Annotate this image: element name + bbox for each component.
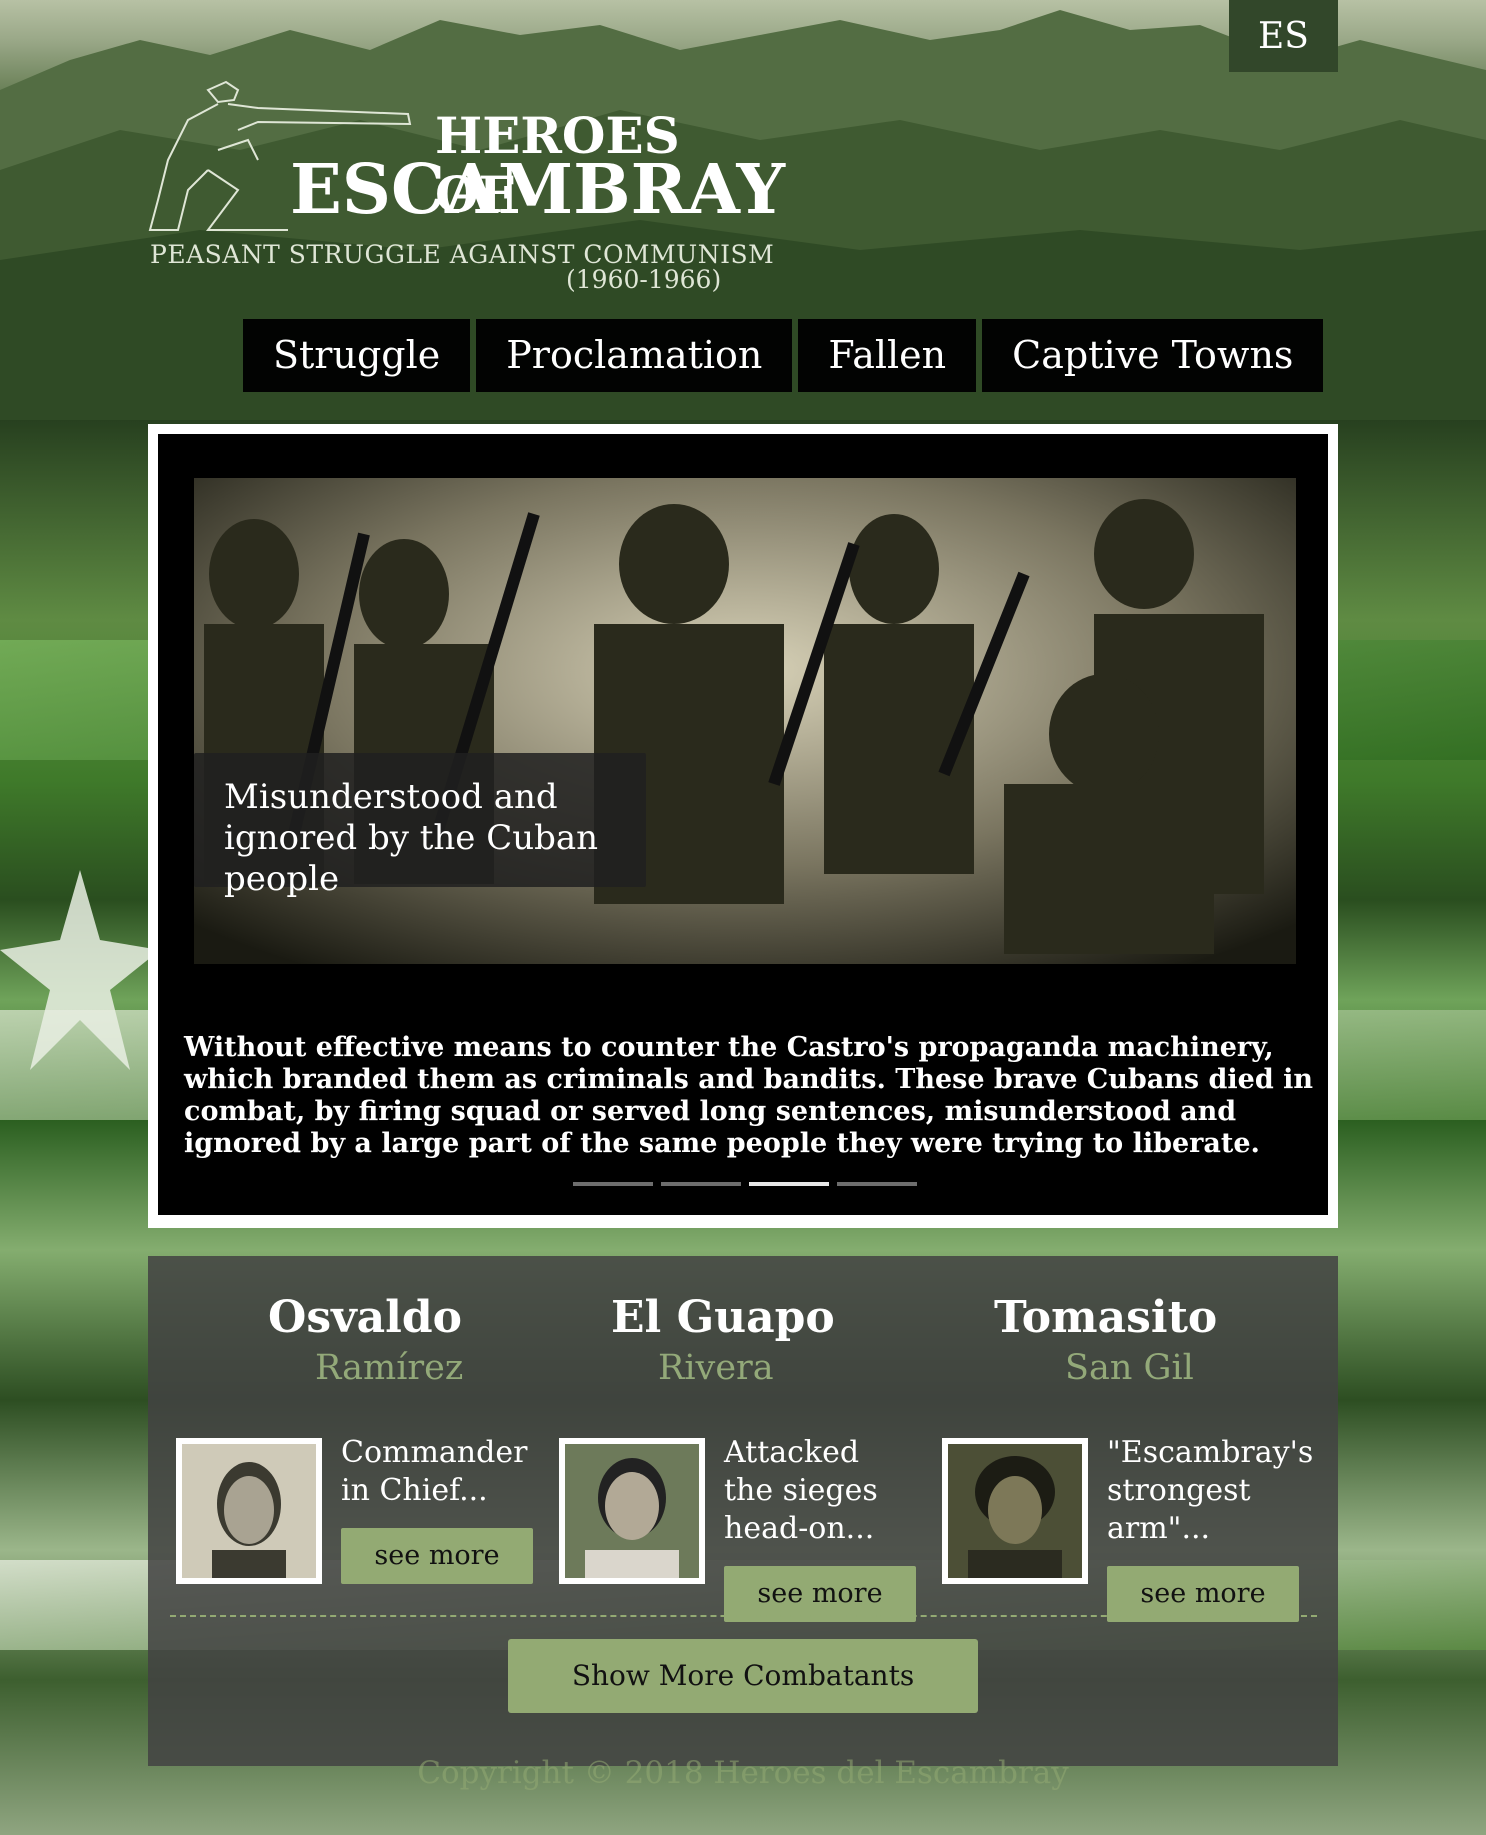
combatant-photo[interactable]	[942, 1438, 1088, 1584]
combatant-first-name: Osvaldo	[268, 1292, 463, 1343]
see-more-button[interactable]: see more	[1107, 1566, 1299, 1622]
slide-photo[interactable]	[174, 454, 1316, 984]
combatant-card: Osvaldo Ramírez Commander in Chief... se…	[148, 1292, 533, 1592]
slide: Misunderstood and ignored by the Cuban p…	[158, 434, 1328, 1215]
slide-text: Without effective means to counter the C…	[184, 1032, 1314, 1159]
divider	[170, 1615, 1317, 1617]
combatant-last-name: San Gil	[1065, 1348, 1194, 1388]
see-more-button[interactable]: see more	[341, 1528, 533, 1584]
language-toggle[interactable]: ES	[1229, 0, 1338, 72]
nav-item-fallen[interactable]: Fallen	[798, 319, 977, 392]
slide-caption: Misunderstood and ignored by the Cuban p…	[194, 753, 646, 899]
combatant-photo[interactable]	[559, 1438, 705, 1584]
slider-dot-active[interactable]	[749, 1182, 829, 1186]
hero-slider: Misunderstood and ignored by the Cuban p…	[148, 424, 1338, 1228]
combatant-card: Tomasito San Gil "Escambray's strongest …	[914, 1292, 1314, 1622]
see-more-button[interactable]: see more	[724, 1566, 916, 1622]
slider-pagination	[573, 1182, 917, 1186]
show-more-combatants-button[interactable]: Show More Combatants	[508, 1639, 978, 1713]
nav-item-captive-towns[interactable]: Captive Towns	[982, 319, 1324, 392]
combatants-panel: Osvaldo Ramírez Commander in Chief... se…	[148, 1256, 1338, 1766]
site-logo[interactable]: HEROES OF ESCAMBRAY PEASANT STRUGGLE AGA…	[148, 80, 785, 300]
star-icon	[0, 870, 160, 1070]
combatant-photo[interactable]	[176, 1438, 322, 1584]
combatant-description: Attacked the sieges head-on...	[724, 1435, 878, 1546]
main-nav: Struggle Proclamation Fallen Captive Tow…	[243, 319, 1324, 392]
combatant-last-name: Ramírez	[315, 1348, 464, 1388]
combatant-card: El Guapo Rivera Attacked the sieges head…	[531, 1292, 916, 1622]
combatant-description: Commander in Chief...	[341, 1435, 528, 1508]
combatant-last-name: Rivera	[658, 1348, 774, 1388]
slider-dot[interactable]	[573, 1182, 653, 1186]
nav-item-struggle[interactable]: Struggle	[243, 319, 471, 392]
logo-title-line2: ESCAMBRAY	[290, 150, 785, 230]
slider-dot[interactable]	[837, 1182, 917, 1186]
nav-item-proclamation[interactable]: Proclamation	[476, 319, 793, 392]
combatant-description: "Escambray's strongest arm"...	[1107, 1435, 1314, 1546]
footer-copyright: Copyright © 2018 Heroes del Escambray	[417, 1755, 1069, 1791]
combatant-first-name: Tomasito	[994, 1292, 1218, 1343]
combatant-first-name: El Guapo	[611, 1292, 835, 1343]
slider-dot[interactable]	[661, 1182, 741, 1186]
logo-years: (1960-1966)	[566, 265, 722, 294]
